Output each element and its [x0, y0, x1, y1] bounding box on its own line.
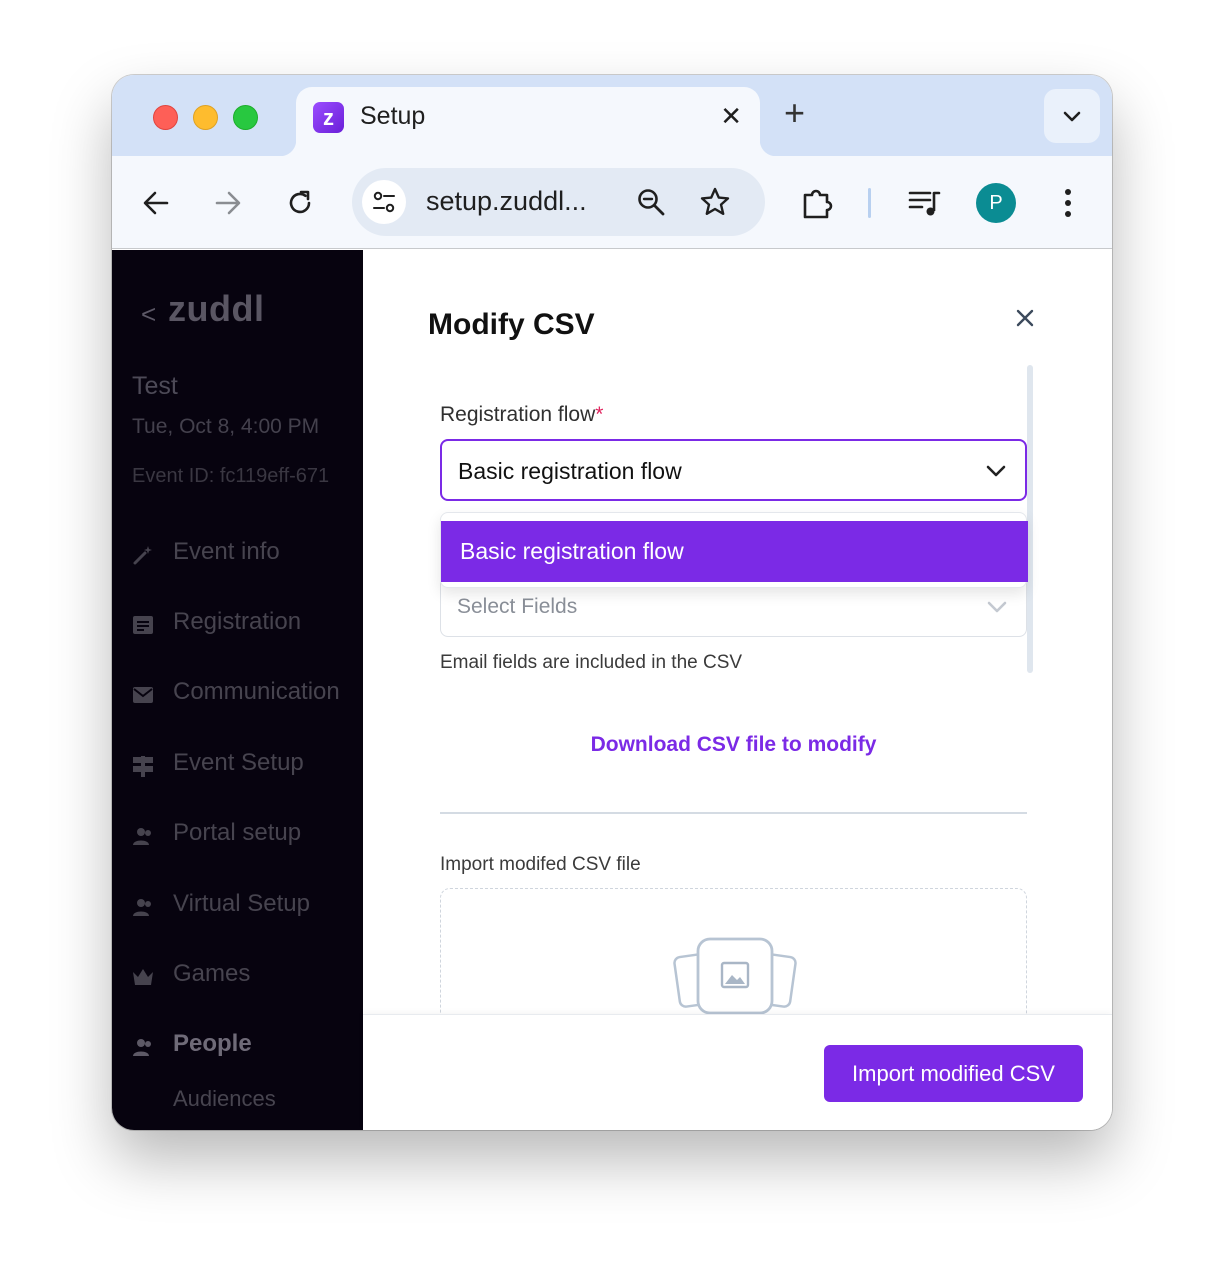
zuddl-logo[interactable]: zuddl	[168, 288, 264, 330]
import-modified-csv-button[interactable]: Import modified CSV	[824, 1045, 1083, 1102]
browser-toolbar: setup.zuddl... P	[112, 156, 1112, 249]
mail-icon	[133, 687, 153, 703]
kebab-menu-icon[interactable]	[1062, 188, 1074, 218]
modal-footer: Import modified CSV	[363, 1014, 1112, 1130]
file-dropzone[interactable]	[440, 888, 1027, 1028]
download-csv-link[interactable]: Download CSV file to modify	[440, 733, 1027, 757]
sidebar: < zuddl Test Tue, Oct 8, 4:00 PM Event I…	[112, 250, 363, 1130]
people-icon	[133, 899, 151, 916]
profile-avatar[interactable]: P	[976, 183, 1016, 223]
chevron-down-icon	[986, 465, 1006, 477]
sidebar-item-label: Registration	[173, 608, 302, 635]
minimize-window-button[interactable]	[193, 105, 218, 130]
tab-close-icon[interactable]: ✕	[720, 101, 742, 132]
registration-flow-value: Basic registration flow	[458, 458, 682, 484]
back-chevron-icon[interactable]: <	[141, 299, 156, 330]
registration-flow-select[interactable]: Basic registration flow	[440, 439, 1027, 501]
dropdown-option-basic-registration[interactable]: Basic registration flow	[441, 521, 1028, 582]
page-title: Modify CSV	[428, 308, 595, 341]
form-icon	[133, 616, 153, 634]
url-text[interactable]: setup.zuddl...	[426, 186, 587, 217]
back-icon[interactable]	[142, 189, 170, 217]
browser-window: z Setup ✕ + setup.zuddl... P < zuddl Tes…	[112, 75, 1112, 1130]
sidebar-item-label: Event info	[173, 538, 280, 565]
event-id: Event ID: fc119eff-671	[132, 465, 330, 487]
browser-tab-active[interactable]: z Setup ✕	[280, 87, 776, 156]
registration-flow-options: Basic registration flow	[440, 512, 1028, 588]
forward-icon[interactable]	[214, 189, 242, 217]
required-marker: *	[595, 403, 604, 426]
close-icon[interactable]	[1015, 308, 1035, 328]
people-icon	[133, 1039, 151, 1056]
close-window-button[interactable]	[153, 105, 178, 130]
page-content: < zuddl Test Tue, Oct 8, 4:00 PM Event I…	[112, 250, 1112, 1130]
section-divider	[440, 812, 1027, 814]
site-settings-button[interactable]	[362, 180, 406, 224]
select-fields-placeholder: Select Fields	[457, 595, 578, 618]
event-date: Tue, Oct 8, 4:00 PM	[132, 415, 320, 438]
registration-flow-label-text: Registration flow	[440, 403, 596, 426]
import-label: Import modifed CSV file	[440, 854, 641, 875]
new-tab-icon[interactable]: +	[784, 95, 805, 131]
crown-icon	[133, 969, 153, 985]
extensions-icon[interactable]	[800, 186, 834, 220]
registration-flow-label: Registration flow*	[440, 403, 603, 427]
sidebar-item-label: Communication	[173, 678, 340, 705]
event-name: Test	[132, 372, 178, 400]
dropdown-option-label: Basic registration flow	[460, 538, 684, 564]
sidebar-item-label: Portal setup	[173, 819, 302, 846]
tab-strip: z Setup ✕ +	[112, 75, 1112, 156]
sidebar-item-label: People	[173, 1030, 252, 1057]
tab-search-chevron-icon	[1063, 111, 1081, 122]
sidebar-item-label: Games	[173, 960, 251, 987]
reload-icon[interactable]	[286, 189, 314, 217]
modify-csv-panel: Modify CSV Registration flow* Basic regi…	[363, 250, 1112, 1130]
image-upload-icon	[673, 937, 797, 1015]
signpost-icon	[133, 756, 153, 777]
site-settings-icon	[373, 191, 395, 213]
magic-wand-icon	[133, 546, 152, 565]
tab-search-button[interactable]	[1044, 89, 1100, 143]
maximize-window-button[interactable]	[233, 105, 258, 130]
bookmark-star-icon[interactable]	[699, 186, 731, 218]
chevron-down-icon	[987, 601, 1007, 613]
tab-title: Setup	[360, 102, 426, 130]
sidebar-item-label: Event Setup	[173, 749, 304, 776]
zuddl-favicon-icon: z	[313, 102, 344, 133]
helper-text: Email fields are included in the CSV	[440, 652, 743, 673]
toolbar-divider	[868, 188, 871, 218]
modal-scrollbar[interactable]	[1027, 365, 1033, 673]
sidebar-item-label: Audiences	[173, 1086, 276, 1111]
address-bar[interactable]: setup.zuddl...	[352, 168, 765, 236]
people-icon	[133, 828, 151, 845]
sidebar-item-label: Virtual Setup	[173, 890, 310, 917]
zoom-icon[interactable]	[636, 187, 666, 217]
media-playlist-icon[interactable]	[908, 187, 942, 219]
